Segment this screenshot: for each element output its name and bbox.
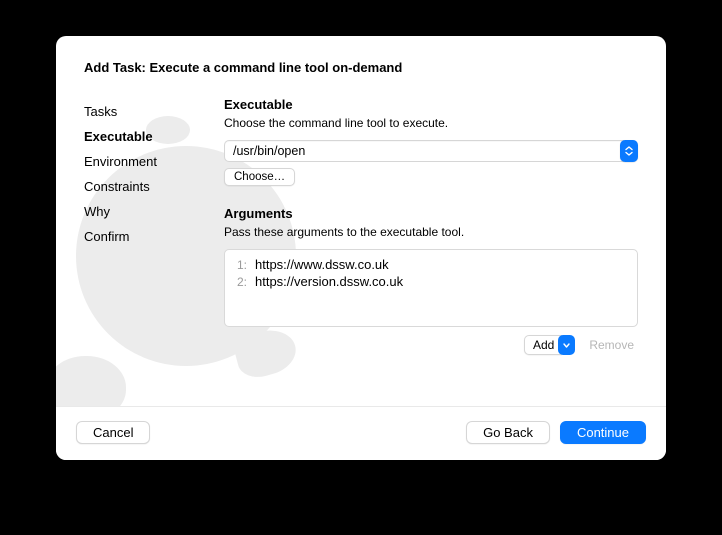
executable-description: Choose the command line tool to execute. xyxy=(224,116,638,130)
arguments-heading: Arguments xyxy=(224,206,638,221)
dialog-title: Add Task: Execute a command line tool on… xyxy=(84,60,638,75)
arguments-list[interactable]: 1: https://www.dssw.co.uk 2: https://ver… xyxy=(224,249,638,327)
dialog-footer: Cancel Go Back Continue xyxy=(56,406,666,460)
executable-path-combo xyxy=(224,140,638,162)
cancel-button[interactable]: Cancel xyxy=(76,421,150,444)
chevron-updown-icon xyxy=(625,146,633,156)
go-back-button[interactable]: Go Back xyxy=(466,421,550,444)
add-argument-button[interactable]: Add xyxy=(524,335,562,355)
sidebar-item-environment[interactable]: Environment xyxy=(84,149,224,174)
argument-row[interactable]: 2: https://version.dssw.co.uk xyxy=(233,273,629,290)
sidebar-item-why[interactable]: Why xyxy=(84,199,224,224)
step-sidebar: Tasks Executable Environment Constraints… xyxy=(84,91,224,406)
argument-index: 1: xyxy=(233,258,247,272)
executable-heading: Executable xyxy=(224,97,638,112)
argument-value: https://www.dssw.co.uk xyxy=(255,257,389,272)
dialog-window: Add Task: Execute a command line tool on… xyxy=(56,36,666,460)
choose-button[interactable]: Choose… xyxy=(224,168,295,186)
add-argument-dropdown-button[interactable] xyxy=(558,335,575,355)
argument-row[interactable]: 1: https://www.dssw.co.uk xyxy=(233,256,629,273)
sidebar-item-constraints[interactable]: Constraints xyxy=(84,174,224,199)
executable-path-input[interactable] xyxy=(224,140,624,162)
chevron-down-icon xyxy=(563,343,570,348)
sidebar-item-confirm[interactable]: Confirm xyxy=(84,224,224,249)
sidebar-item-executable[interactable]: Executable xyxy=(84,124,224,149)
executable-path-dropdown-button[interactable] xyxy=(620,140,638,162)
continue-button[interactable]: Continue xyxy=(560,421,646,444)
sidebar-item-tasks[interactable]: Tasks xyxy=(84,99,224,124)
arguments-description: Pass these arguments to the executable t… xyxy=(224,225,638,239)
argument-index: 2: xyxy=(233,275,247,289)
main-panel: Executable Choose the command line tool … xyxy=(224,91,638,406)
add-argument-combo: Add xyxy=(524,335,575,355)
argument-value: https://version.dssw.co.uk xyxy=(255,274,403,289)
remove-argument-button[interactable]: Remove xyxy=(585,338,638,352)
